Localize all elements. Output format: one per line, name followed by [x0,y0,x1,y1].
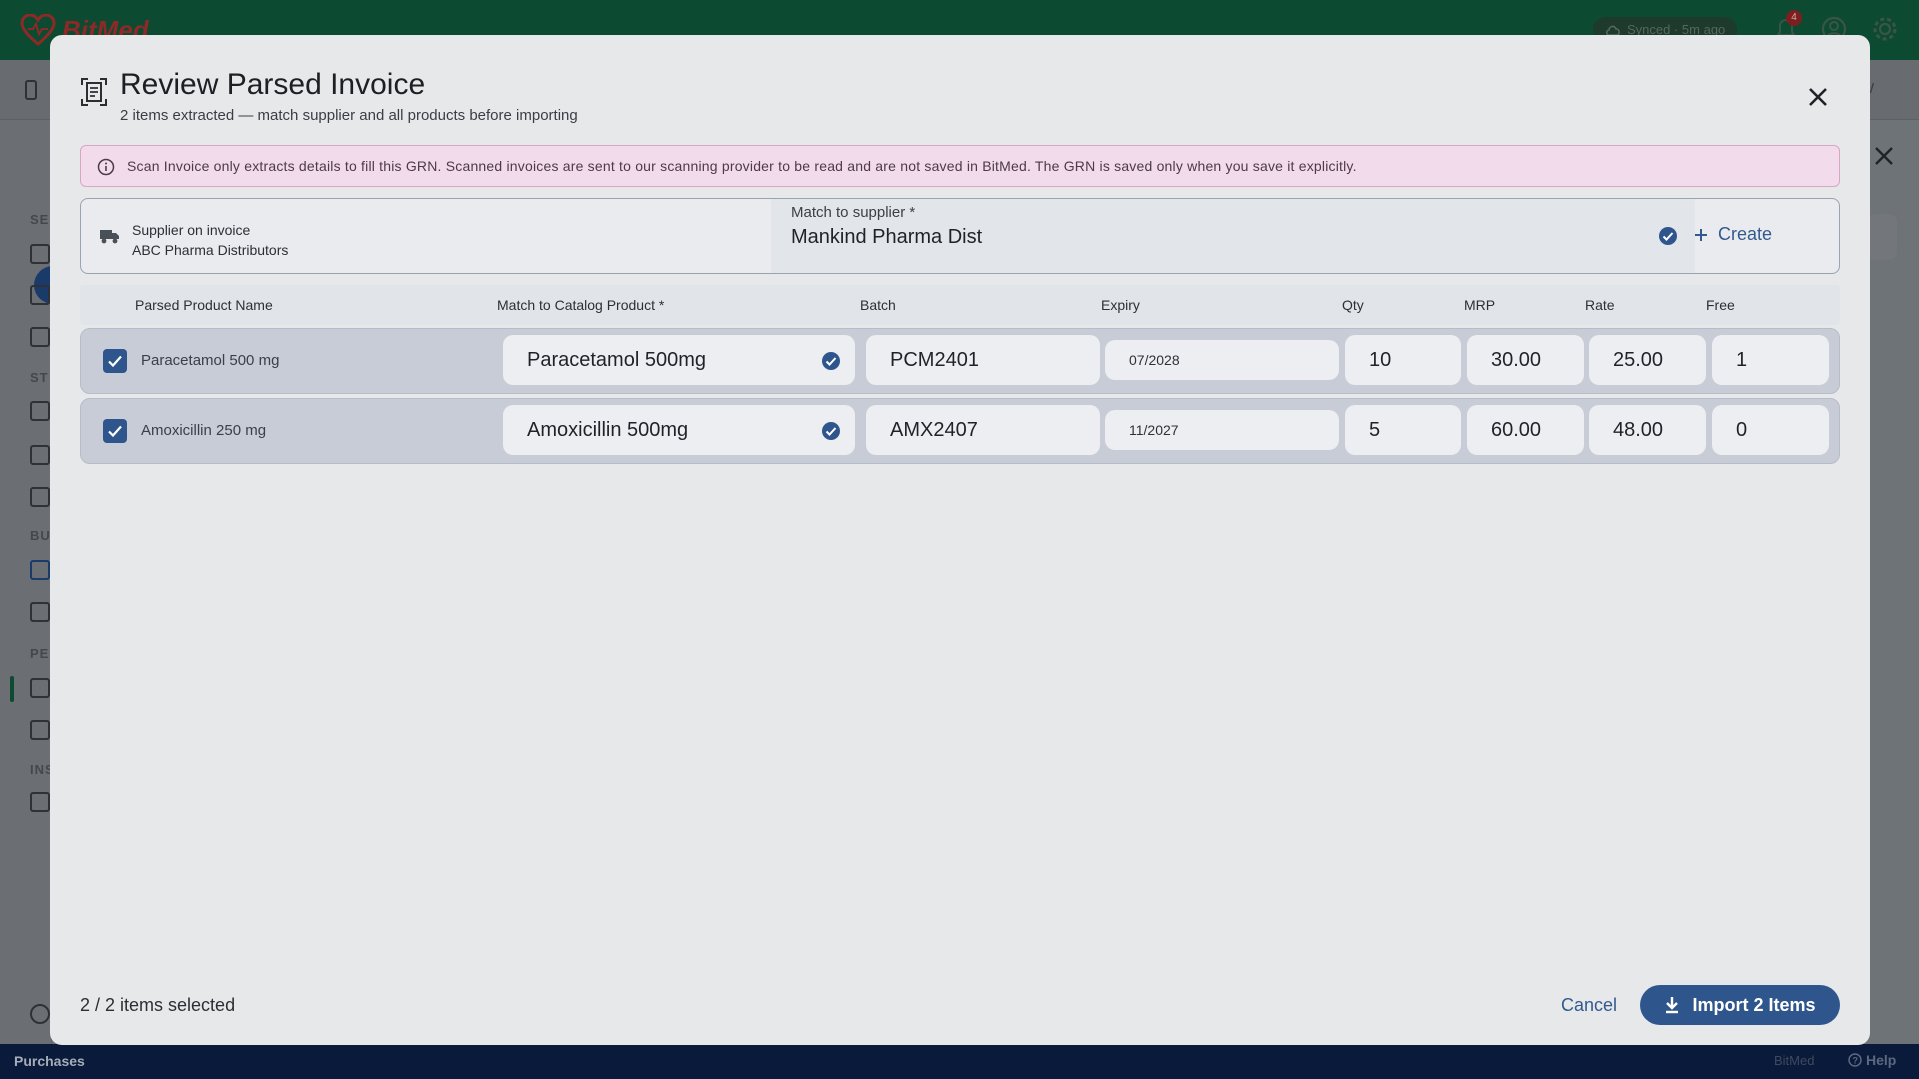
help-label: Help [1866,1052,1897,1068]
device-icon [25,80,37,100]
store-icon[interactable] [30,401,50,421]
sidebar-section-label: SE [30,212,50,227]
expiry-input[interactable]: 11/2027 [1105,410,1339,450]
parsed-product-name: Paracetamol 500 mg [141,352,280,369]
sidebar-gear-icon[interactable] [30,1004,50,1024]
mrp-input[interactable]: 60.00 [1467,405,1584,455]
supplier-match-select[interactable]: Match to supplier * Mankind Pharma Dist [771,199,1695,273]
receipt-icon[interactable] [30,327,50,347]
selected-items-count: 2 / 2 items selected [80,995,236,1015]
current-section-label: Purchases [14,1053,85,1069]
dashboard-icon[interactable] [30,244,50,264]
import-items-button[interactable]: Import 2 Items [1640,985,1840,1025]
column-header: Rate [1585,297,1615,313]
svg-text:?: ? [1853,1056,1859,1066]
background-panel-element [1867,214,1897,260]
supplier-match-card: Supplier on invoice ABC Pharma Distribut… [80,198,1840,274]
printer-icon[interactable] [30,285,50,305]
row-checkbox[interactable] [103,419,127,443]
truck-icon [100,230,119,244]
column-header: Match to Catalog Product * [497,297,665,313]
sidebar-section-label: PE [30,646,50,661]
gear-icon[interactable] [1871,15,1899,43]
privacy-notice: Scan Invoice only extracts details to fi… [80,145,1840,187]
bar-chart-icon[interactable] [30,792,50,812]
dialog-title: Review Parsed Invoice [120,68,426,101]
catalog-product-value: Amoxicillin 500mg [527,419,689,441]
review-invoice-dialog: Review Parsed Invoice 2 items extracted … [50,35,1870,1045]
notice-text: Scan Invoice only extracts details to fi… [127,158,1357,174]
sidebar-section-label: ST [30,370,49,385]
batch-input[interactable]: PCM2401 [866,335,1100,385]
batch-input[interactable]: AMX2407 [866,405,1100,455]
download-icon [1666,997,1679,1014]
row-checkbox[interactable] [103,349,127,373]
column-header: Parsed Product Name [135,297,273,313]
footer-brand: BitMed [1774,1053,1815,1068]
rate-input[interactable]: 25.00 [1589,335,1706,385]
truck-icon[interactable] [30,602,50,622]
help-link[interactable]: ? Help [1848,1052,1896,1068]
qr-code-icon[interactable] [30,487,50,507]
cart-icon[interactable] [30,560,50,580]
medical-bag-icon[interactable] [30,720,50,740]
sidebar-active-indicator [10,676,14,702]
check-circle-icon [822,422,840,440]
add-box-icon[interactable] [30,445,50,465]
parsed-product-name: Amoxicillin 250 mg [141,422,267,439]
supplier-match-label: Match to supplier * [791,204,916,221]
cancel-button[interactable]: Cancel [1561,995,1617,1016]
column-header: Batch [860,297,896,313]
column-header: Free [1706,297,1735,313]
expiry-input[interactable]: 07/2028 [1105,340,1339,380]
sidebar-section-label: BU [30,528,51,543]
info-icon [97,158,115,176]
check-circle-icon [1659,227,1677,245]
create-supplier-button[interactable]: Create [1694,224,1772,245]
rate-input[interactable]: 48.00 [1589,405,1706,455]
supplier-on-invoice-label: Supplier on invoice [132,222,251,238]
check-icon [108,355,122,368]
dialog-subtitle: 2 items extracted — match supplier and a… [120,107,578,124]
table-row: Paracetamol 500 mg Paracetamol 500mg PCM… [80,328,1840,394]
table-row: Amoxicillin 250 mg Amoxicillin 500mg AMX… [80,398,1840,464]
help-icon: ? [1848,1053,1862,1067]
people-icon[interactable] [30,678,50,698]
mrp-input[interactable]: 30.00 [1467,335,1584,385]
qty-input[interactable]: 5 [1345,405,1461,455]
app-sidebar: SE ST BU PE INS [0,120,72,1044]
items-table-header: Parsed Product Name Match to Catalog Pro… [80,285,1840,325]
qty-input[interactable]: 10 [1345,335,1461,385]
check-icon [108,425,122,438]
catalog-product-value: Paracetamol 500mg [527,349,706,371]
status-bar: Purchases BitMed ? Help [0,1044,1919,1079]
plus-icon [1695,228,1707,241]
free-input[interactable]: 0 [1712,405,1829,455]
check-circle-icon [822,352,840,370]
column-header: Qty [1342,297,1364,313]
catalog-product-select[interactable]: Paracetamol 500mg [503,335,855,385]
free-input[interactable]: 1 [1712,335,1829,385]
import-items-label: Import 2 Items [1692,994,1816,1015]
column-header: Expiry [1101,297,1140,313]
column-header: MRP [1464,297,1496,313]
close-panel-icon[interactable] [1872,144,1896,168]
close-icon[interactable] [1802,81,1834,113]
notification-badge: 4 [1786,10,1802,26]
supplier-match-value: Mankind Pharma Dist [791,226,983,248]
scan-document-icon [81,78,107,106]
supplier-on-invoice-value: ABC Pharma Distributors [132,242,289,258]
catalog-product-select[interactable]: Amoxicillin 500mg [503,405,855,455]
create-supplier-label: Create [1718,224,1773,244]
